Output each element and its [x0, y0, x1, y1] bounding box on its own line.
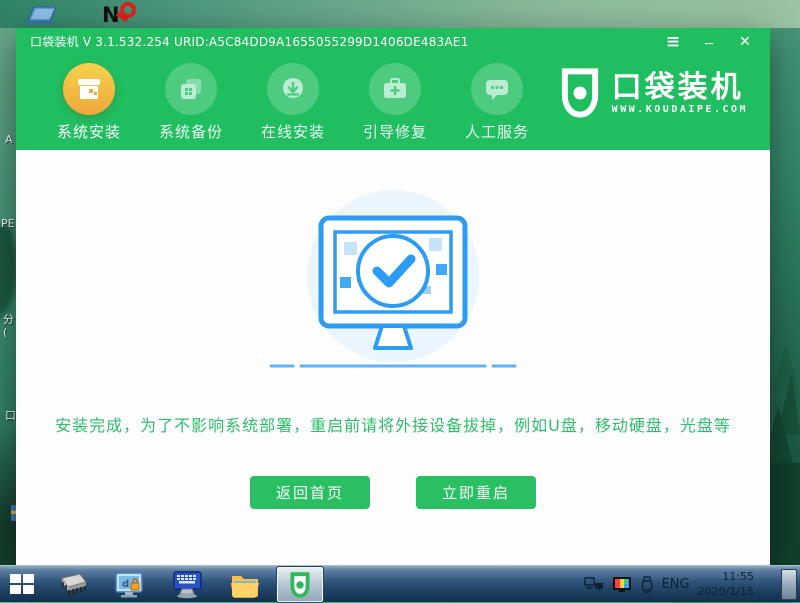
completion-message: 安装完成，为了不影响系统部署，重启前请将外接设备拔掉，例如U盘，移动硬盘，光盘等 — [33, 412, 753, 436]
main-content: 安装完成，为了不影响系统部署，重启前请将外接设备拔掉，例如U盘，移动硬盘，光盘等… — [16, 150, 770, 565]
clock-time: 11:55 — [698, 570, 754, 585]
shield-logo-icon — [558, 67, 602, 119]
online-install-download-icon — [279, 75, 307, 103]
taskbar-disk-tool-icon[interactable]: d — [112, 570, 146, 600]
nav-item-online-install[interactable]: 在线安装 — [242, 55, 344, 142]
window-title: 口袋装机 V 3.1.532.254 URID:A5C84DD9A1655055… — [30, 33, 660, 50]
taskbar-virtual-keyboard-icon[interactable] — [170, 570, 204, 600]
nav-label: 系统安装 — [57, 121, 121, 142]
brand-name: 口袋装机 — [612, 71, 748, 104]
brand-logo: 口袋装机 WWW.KOUDAIPE.COM — [558, 67, 748, 119]
svg-text:d: d — [122, 579, 129, 590]
desktop-label-fragment: 口 — [5, 407, 16, 423]
taskbar: d — [0, 565, 800, 602]
close-icon[interactable]: ✕ — [732, 31, 758, 53]
taskbar-file-explorer-icon[interactable] — [228, 570, 262, 600]
desktop-label-fragment: A — [5, 133, 13, 146]
customer-service-chat-icon — [483, 75, 511, 103]
clock[interactable]: 11:55 2020/1/15 — [698, 570, 754, 600]
menu-icon[interactable]: ≡ — [660, 31, 686, 53]
nav-item-system-install[interactable]: 系统安装 — [38, 55, 140, 142]
system-backup-icon — [177, 75, 205, 103]
koudaipe-shield-icon — [289, 572, 311, 598]
taskbar-memory-chip-icon[interactable] — [54, 570, 88, 600]
usb-device-icon[interactable] — [640, 576, 654, 594]
nav-item-system-backup[interactable]: 系统备份 — [140, 55, 242, 142]
start-button[interactable] — [10, 574, 36, 596]
return-home-button[interactable]: 返回首页 — [250, 476, 370, 509]
display-color-icon[interactable] — [612, 576, 632, 593]
restart-now-button[interactable]: 立即重启 — [416, 476, 536, 509]
desktop: { "desktop": { "partial_labels": { "a": … — [0, 0, 800, 602]
nav-item-customer-service[interactable]: 人工服务 — [446, 55, 548, 142]
show-desktop-button[interactable] — [781, 569, 797, 600]
nav-bar: 系统安装 系统备份 — [16, 55, 548, 142]
brand-website: WWW.KOUDAIPE.COM — [612, 104, 748, 115]
network-icon[interactable] — [584, 577, 604, 593]
nav-label: 引导修复 — [363, 121, 427, 142]
language-indicator[interactable]: ENG — [662, 577, 690, 592]
nav-label: 系统备份 — [159, 121, 223, 142]
desktop-label-fragment: 分 — [3, 311, 14, 327]
nav-item-boot-repair[interactable]: 引导修复 — [344, 55, 446, 142]
nav-label: 在线安装 — [261, 121, 325, 142]
windows-logo-icon — [10, 574, 21, 583]
install-package-icon — [75, 75, 103, 103]
wallpaper-pine-trees — [766, 345, 800, 565]
laptop-desktop-icon[interactable] — [28, 6, 58, 26]
titlebar[interactable]: 口袋装机 V 3.1.532.254 URID:A5C84DD9A1655055… — [16, 28, 770, 55]
password-key-desktop-icon[interactable]: N — [100, 2, 140, 28]
boot-repair-toolbox-icon — [381, 75, 409, 103]
nav-label: 人工服务 — [465, 121, 529, 142]
system-tray: ENG 11:55 2020/1/15 — [584, 566, 754, 603]
desktop-label-fragment: PE — [1, 217, 15, 230]
taskbar-koudaipe-active-button[interactable] — [277, 567, 323, 602]
koudaipe-window: 口袋装机 V 3.1.532.254 URID:A5C84DD9A1655055… — [16, 28, 770, 565]
minimize-icon[interactable]: ─ — [696, 31, 722, 53]
monitor-checkmark-illustration — [243, 176, 543, 386]
nav-header: 系统安装 系统备份 — [16, 55, 770, 150]
clock-date: 2020/1/15 — [698, 585, 754, 600]
desktop-label-fragment: ( — [3, 326, 7, 339]
